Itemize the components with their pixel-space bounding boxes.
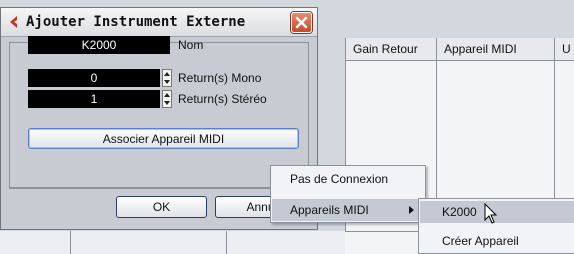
ok-button[interactable]: OK bbox=[116, 196, 207, 218]
context-menu: Pas de Connexion Appareils MIDI bbox=[270, 165, 426, 223]
associate-midi-device-button[interactable]: Associer Appareil MIDI bbox=[28, 128, 299, 149]
stepper-up-icon bbox=[164, 93, 170, 97]
dialog-title: Ajouter Instrument Externe bbox=[26, 14, 246, 30]
stepper-down-icon bbox=[164, 101, 170, 105]
dialog-separator bbox=[9, 188, 309, 189]
stepper-up-icon bbox=[164, 72, 170, 76]
cubase-app-icon bbox=[7, 15, 21, 29]
table-divider bbox=[226, 231, 227, 254]
stereo-returns-label: Return(s) Stéréo bbox=[178, 92, 267, 106]
mouse-pointer-icon bbox=[484, 203, 498, 224]
name-input[interactable]: K2000 bbox=[28, 36, 170, 54]
dialog-titlebar[interactable]: Ajouter Instrument Externe bbox=[1, 8, 317, 37]
stepper-down-icon bbox=[164, 80, 170, 84]
stereo-returns-input[interactable]: 1 bbox=[28, 90, 160, 108]
menu-item-midi-devices-label: Appareils MIDI bbox=[290, 203, 369, 217]
close-icon bbox=[295, 16, 308, 29]
column-gain-retour[interactable]: Gain Retour bbox=[345, 38, 436, 60]
menu-item-midi-devices[interactable]: Appareils MIDI bbox=[272, 199, 424, 221]
menu-item-no-connection[interactable]: Pas de Connexion bbox=[272, 168, 424, 190]
menu-item-create-device[interactable]: Créer Appareil bbox=[420, 230, 574, 252]
mono-returns-stepper[interactable] bbox=[162, 69, 172, 87]
table-divider bbox=[70, 231, 71, 254]
column-appareil-midi[interactable]: Appareil MIDI bbox=[436, 38, 554, 60]
mono-returns-input[interactable]: 0 bbox=[28, 69, 160, 87]
submenu-arrow-icon bbox=[409, 206, 414, 214]
dialog-content-frame bbox=[9, 42, 309, 188]
stereo-returns-stepper[interactable] bbox=[162, 90, 172, 108]
table-bottom-row-left bbox=[0, 231, 345, 254]
close-button[interactable] bbox=[291, 12, 312, 33]
name-label: Nom bbox=[178, 38, 204, 52]
mono-returns-label: Return(s) Mono bbox=[178, 71, 262, 85]
column-u[interactable]: U bbox=[554, 38, 574, 60]
table-divider bbox=[345, 61, 346, 254]
